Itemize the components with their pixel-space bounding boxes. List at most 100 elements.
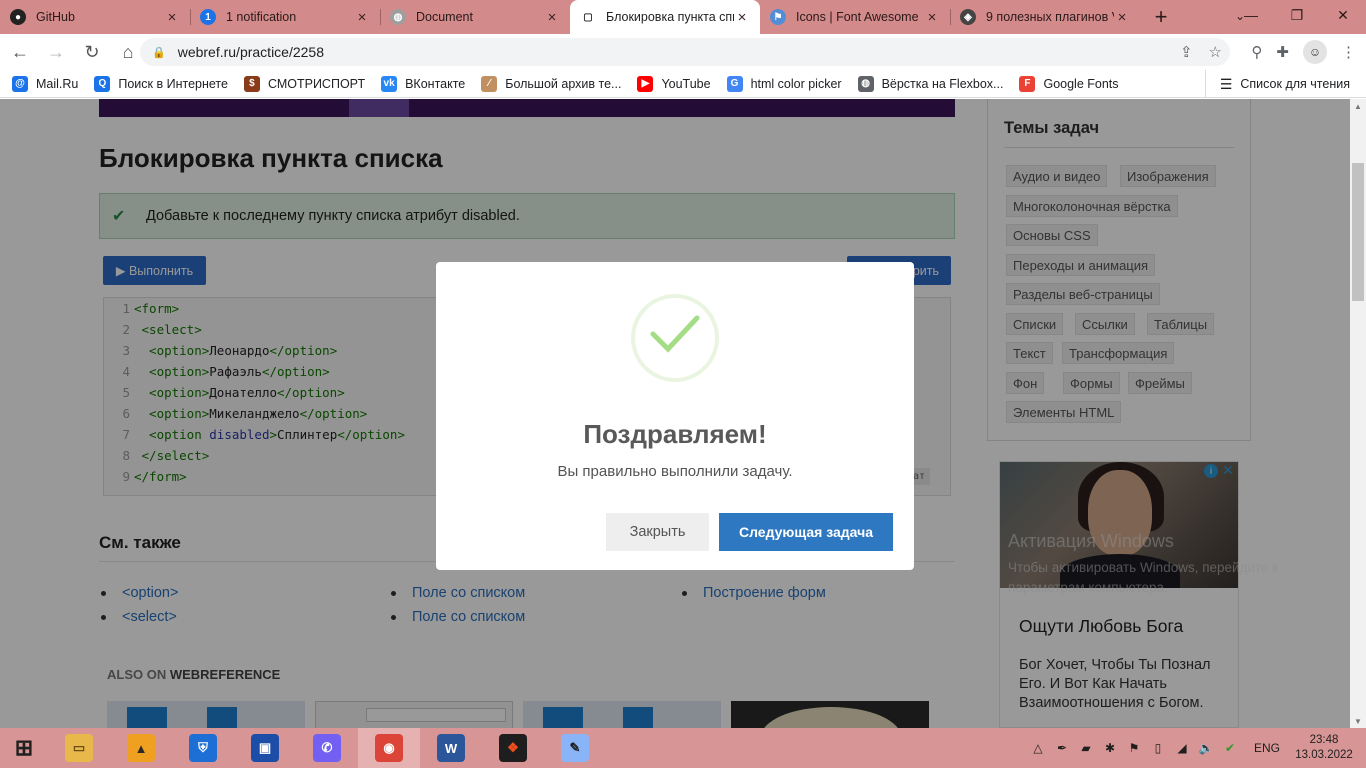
- tab-close-icon[interactable]: ×: [354, 9, 370, 26]
- browser-tab[interactable]: ◍ Document ×: [380, 0, 570, 34]
- clock-date: 13.03.2022: [1295, 749, 1353, 761]
- extensions-icon[interactable]: ✚: [1276, 43, 1289, 61]
- reading-list-icon: ☰: [1219, 75, 1233, 92]
- tab-close-icon[interactable]: ×: [924, 9, 940, 26]
- vk-icon: vk: [381, 75, 398, 92]
- forward-icon[interactable]: →: [40, 36, 72, 68]
- tab-close-icon[interactable]: ×: [1114, 9, 1130, 26]
- close-window-icon[interactable]: ✕: [1320, 0, 1366, 30]
- viber-icon: ✆: [313, 734, 341, 762]
- search-lens-icon[interactable]: ⚲: [1251, 43, 1262, 61]
- scroll-up-icon[interactable]: ▲: [1350, 99, 1366, 113]
- bookmark-item[interactable]: Q Поиск в Интернете: [94, 75, 228, 92]
- new-tab-button[interactable]: +: [1144, 0, 1178, 34]
- browser-tab[interactable]: 1 1 notification ×: [190, 0, 380, 34]
- browser-tab[interactable]: ⚑ Icons | Font Awesome ×: [760, 0, 950, 34]
- paint-icon: ✎: [561, 734, 589, 762]
- bookmark-item[interactable]: ▶ YouTube: [637, 75, 711, 92]
- share-icon[interactable]: ⇪: [1180, 43, 1193, 61]
- save-disk-icon: ▣: [251, 734, 279, 762]
- language-indicator[interactable]: ENG: [1254, 741, 1280, 755]
- tab-title: 9 полезных плагинов V: [986, 10, 1114, 24]
- file-explorer-icon: ▭: [65, 734, 93, 762]
- close-button[interactable]: Закрыть: [606, 513, 709, 551]
- scroll-down-icon[interactable]: ▼: [1350, 714, 1366, 728]
- bookmark-item[interactable]: ⁄ Большой архив те...: [481, 75, 621, 92]
- restore-icon[interactable]: ❐: [1274, 0, 1320, 30]
- windows-activation-title: Активация Windows: [1008, 531, 1174, 551]
- profile-avatar[interactable]: ☺: [1303, 40, 1327, 64]
- browser-toolbar: ← → ↻ ⌂ 🔒 webref.ru/practice/2258 ⇪ ☆ ⚲ …: [0, 34, 1366, 70]
- bookmark-label: html color picker: [750, 76, 842, 91]
- tab-close-icon[interactable]: ×: [164, 9, 180, 26]
- browser-tab[interactable]: ▢ Блокировка пункта спис ×: [570, 0, 760, 34]
- bookmark-item[interactable]: ◍ Вёрстка на Flexbox...: [857, 75, 1003, 92]
- reading-list-button[interactable]: ☰ Список для чтения: [1204, 70, 1350, 98]
- menu-dots-icon[interactable]: ⋮: [1341, 43, 1356, 61]
- success-check-icon: [631, 294, 719, 382]
- broom-icon: ⁄: [481, 75, 498, 92]
- bookmark-label: Поиск в Интернете: [118, 76, 228, 91]
- taskbar-app[interactable]: ⛨: [172, 728, 234, 768]
- browser-tab[interactable]: ● GitHub ×: [0, 0, 190, 34]
- address-bar[interactable]: 🔒 webref.ru/practice/2258 ⇪ ☆: [140, 38, 1230, 66]
- bookmark-item[interactable]: F Google Fonts: [1019, 75, 1119, 92]
- taskbar-app[interactable]: ⊞: [0, 728, 48, 768]
- volume-icon[interactable]: 🔈: [1194, 728, 1218, 768]
- globe-icon: ◍: [390, 9, 406, 25]
- tab-close-icon[interactable]: ×: [734, 9, 750, 26]
- bug-icon[interactable]: ✱: [1098, 728, 1122, 768]
- page-scrollbar[interactable]: ▲ ▼: [1350, 99, 1366, 728]
- taskbar-app[interactable]: ❖: [482, 728, 544, 768]
- phone-icon[interactable]: ▯: [1146, 728, 1170, 768]
- browser-tab[interactable]: ◈ 9 полезных плагинов V ×: [950, 0, 1140, 34]
- taskbar-app[interactable]: ✆: [296, 728, 358, 768]
- taskbar-app[interactable]: ▲: [110, 728, 172, 768]
- flag-icon[interactable]: ⚑: [1122, 728, 1146, 768]
- checkmark-svg: [650, 315, 700, 353]
- bookmark-list: @ Mail.Ru Q Поиск в Интернете $ СМОТРИСПОРТ vk…: [12, 75, 1135, 92]
- url-text[interactable]: webref.ru/practice/2258: [178, 44, 324, 60]
- taskbar-app[interactable]: ✎: [544, 728, 606, 768]
- tab-strip: ● GitHub × 1 1 notification × ◍ Document × ▢ Блоки…: [0, 0, 1366, 34]
- taskbar-app[interactable]: ▣: [234, 728, 296, 768]
- scrollbar-thumb[interactable]: [1352, 163, 1364, 301]
- system-tray: △ ✒ ▰ ✱ ⚑ ▯ ◢ 🔈 ✔ ENG 23:48 13.03.2022: [1026, 728, 1366, 768]
- modal-title: Поздравляем!: [583, 419, 767, 449]
- bookmark-star-icon[interactable]: ☆: [1209, 43, 1222, 61]
- shield-icon: ◈: [960, 9, 976, 25]
- bookmark-item[interactable]: Ghtml color picker: [726, 75, 842, 92]
- taskbar-app[interactable]: ◉: [358, 728, 420, 768]
- taskbar-app[interactable]: W: [420, 728, 482, 768]
- defender-icon: ⛨: [189, 734, 217, 762]
- bookmark-label: Google Fonts: [1043, 76, 1119, 91]
- minimize-icon[interactable]: —: [1228, 0, 1274, 30]
- wifi-icon[interactable]: ◢: [1170, 728, 1194, 768]
- figma-icon: ❖: [499, 734, 527, 762]
- chrome-icon: ◉: [375, 734, 403, 762]
- tab-title: GitHub: [36, 10, 75, 24]
- taskbar-app[interactable]: ▭: [48, 728, 110, 768]
- reload-icon[interactable]: ↻: [76, 36, 108, 68]
- screen: ● GitHub × 1 1 notification × ◍ Document × ▢ Блоки…: [0, 0, 1366, 768]
- bookmark-item[interactable]: vk ВКонтакте: [381, 75, 465, 92]
- next-task-button[interactable]: Следующая задача: [719, 513, 893, 551]
- reading-list-label: Список для чтения: [1240, 77, 1350, 91]
- bookmark-item[interactable]: @ Mail.Ru: [12, 75, 78, 92]
- lock-icon[interactable]: 🔒: [152, 46, 166, 59]
- nvidia-icon[interactable]: ▰: [1074, 728, 1098, 768]
- tab-close-icon[interactable]: ×: [544, 9, 560, 26]
- sport-icon: $: [243, 75, 260, 92]
- bookmark-item[interactable]: $ СМОТРИСПОРТ: [243, 75, 365, 92]
- tab-title: Document: [416, 10, 473, 24]
- drive-icon[interactable]: △: [1026, 728, 1050, 768]
- security-check-icon[interactable]: ✔: [1218, 728, 1242, 768]
- window-controls: — ❐ ✕: [1228, 0, 1366, 30]
- pen-icon[interactable]: ✒: [1050, 728, 1074, 768]
- word-icon: W: [437, 734, 465, 762]
- github-icon: ●: [10, 9, 26, 25]
- back-icon[interactable]: ←: [4, 36, 36, 68]
- windows-activation-text: Чтобы активировать Windows, перейдите к …: [1008, 560, 1279, 595]
- tab-list: ● GitHub × 1 1 notification × ◍ Document × ▢ Блоки…: [0, 0, 1140, 34]
- clock[interactable]: 23:48 13.03.2022: [1294, 733, 1354, 763]
